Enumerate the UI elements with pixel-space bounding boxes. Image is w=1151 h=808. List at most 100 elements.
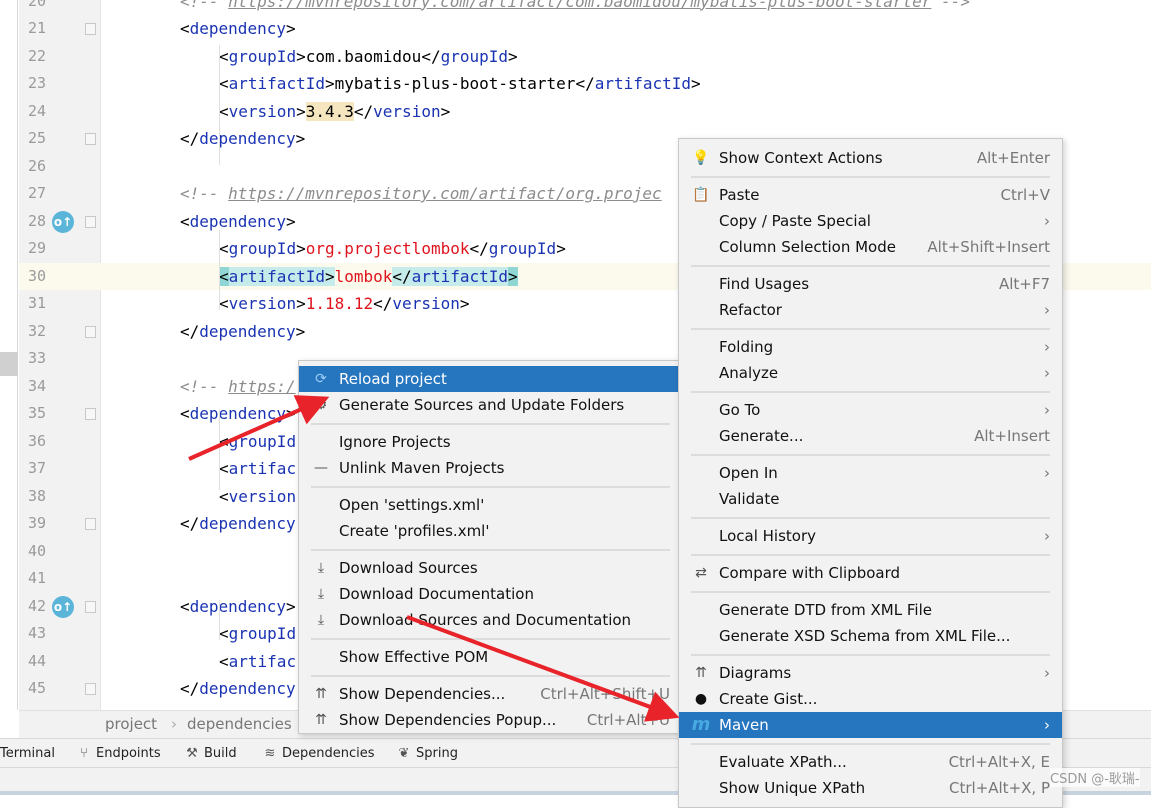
menu-item-find-usages[interactable]: Find Usages Alt+F7 <box>679 271 1062 297</box>
menu-item-generate[interactable]: Generate... Alt+Insert <box>679 423 1062 449</box>
code-line: <!-- https://mvnrepository.com/artifact/… <box>101 0 1151 15</box>
menu-item-open-settings-xml[interactable]: Open 'settings.xml' <box>299 492 682 518</box>
menu-item-create-profiles-xml[interactable]: Create 'profiles.xml' <box>299 518 682 544</box>
menu-item-shortcut: Alt+Enter <box>976 149 1050 167</box>
tool-window-terminal[interactable]: Terminal <box>0 739 55 769</box>
code-token: < <box>219 486 229 506</box>
override-icon[interactable]: o↑ <box>52 210 74 233</box>
fold-marker-icon[interactable] <box>85 23 96 35</box>
menu-item-folding[interactable]: Folding › <box>679 334 1062 360</box>
code-token: </ <box>392 266 412 286</box>
code-token: < <box>219 239 229 258</box>
tool-window-label: Spring <box>416 746 458 761</box>
code-token: </ <box>180 321 200 341</box>
code-token: version <box>373 101 441 121</box>
menu-item-go-to[interactable]: Go To › <box>679 397 1062 423</box>
menu-item-show-effective-pom[interactable]: Show Effective POM <box>299 644 682 670</box>
menu-item-evaluate-xpath[interactable]: Evaluate XPath... Ctrl+Alt+X, E <box>679 749 1062 775</box>
menu-item-copy-paste-special[interactable]: Copy / Paste Special › <box>679 208 1062 234</box>
menu-item-validate[interactable]: Validate <box>679 486 1062 512</box>
download-icon: ⤓ <box>317 560 325 576</box>
breadcrumb-item-dependencies[interactable]: dependencies <box>187 711 292 738</box>
code-token: </ <box>180 129 200 148</box>
menu-item-show-unique-xpath[interactable]: Show Unique XPath Ctrl+Alt+X, P <box>679 775 1062 801</box>
code-token: dependency <box>199 679 296 698</box>
fold-marker-icon[interactable] <box>85 683 96 695</box>
override-icon[interactable]: o↑ <box>52 595 74 618</box>
code-token: <!-- <box>180 0 229 11</box>
code-token: < <box>180 596 190 616</box>
menu-item-diagrams[interactable]: ⇈ Diagrams › <box>679 660 1062 686</box>
menu-separator <box>299 670 682 681</box>
menu-item-show-context-actions[interactable]: 💡 Show Context Actions Alt+Enter <box>679 145 1062 171</box>
tool-window-build[interactable]: ⚒ Build <box>184 739 237 769</box>
menu-item-download-sources-and-documentation[interactable]: ⤓ Download Sources and Documentation <box>299 607 682 633</box>
code-token: > <box>285 19 296 38</box>
menu-item-generate-xsd-schema-from-xml-file[interactable]: Generate XSD Schema from XML File... <box>679 623 1062 649</box>
fold-marker-icon[interactable] <box>85 600 96 613</box>
tool-window-endpoints[interactable]: ⑂ Endpoints <box>76 739 161 769</box>
code-token: > <box>296 239 306 258</box>
code-token: version <box>228 486 297 506</box>
menu-item-label: Generate Sources and Update Folders <box>339 396 625 414</box>
code-token[interactable]: https://mvnrepository.com/artifact/org.p… <box>228 184 661 203</box>
indent-guide <box>219 230 220 310</box>
menu-item-create-gist[interactable]: ● Create Gist... <box>679 686 1062 712</box>
menu-item-column-selection-mode[interactable]: Column Selection Mode Alt+Shift+Insert <box>679 234 1062 260</box>
menu-item-label: Paste <box>719 186 760 204</box>
menu-item-refactor[interactable]: Refactor › <box>679 297 1062 323</box>
menu-item-open-in[interactable]: Open In › <box>679 460 1062 486</box>
menu-item-show-dependencies[interactable]: ⇈ Show Dependencies... Ctrl+Alt+Shift+U <box>299 681 682 707</box>
menu-item-download-documentation[interactable]: ⤓ Download Documentation <box>299 581 682 607</box>
menu-item-shortcut: Ctrl+Alt+X, P <box>949 779 1050 797</box>
menu-item-generate-dtd-from-xml-file[interactable]: Generate DTD from XML File <box>679 597 1062 623</box>
menu-item-label: Show Unique XPath <box>719 779 866 797</box>
tool-window-spring[interactable]: ❦ Spring <box>396 739 458 769</box>
line-number: 26 <box>28 156 47 175</box>
menu-item-label: Diagrams <box>719 664 792 682</box>
indent-guide <box>219 45 220 165</box>
editor-context-menu: 💡 Show Context Actions Alt+Enter 📋 Paste Ctrl… <box>678 138 1063 808</box>
menu-item-analyze[interactable]: Analyze › <box>679 360 1062 386</box>
menu-item-show-dependencies-popup[interactable]: ⇈ Show Dependencies Popup... Ctrl+Alt+U <box>299 707 682 733</box>
menu-item-label: Download Sources and Documentation <box>339 611 632 629</box>
fold-marker-icon[interactable] <box>85 325 96 338</box>
fold-marker-icon[interactable] <box>85 133 96 145</box>
tool-window-dependencies[interactable]: ≋ Dependencies <box>262 739 375 769</box>
code-token: artifactId <box>228 74 325 93</box>
menu-item-reload-project[interactable]: ⟳ Reload project <box>299 366 682 392</box>
code-token: dependency <box>199 321 296 341</box>
fold-marker-icon[interactable] <box>85 215 96 228</box>
fold-marker-icon[interactable] <box>85 408 96 420</box>
code-token[interactable]: https:/ <box>228 377 295 396</box>
code-token: dependency <box>199 129 296 148</box>
menu-item-download-sources[interactable]: ⤓ Download Sources <box>299 555 682 581</box>
tool-window-label: Build <box>204 746 237 761</box>
menu-item-local-history[interactable]: Local History › <box>679 523 1062 549</box>
menu-item-unlink-maven-projects[interactable]: — Unlink Maven Projects <box>299 455 682 481</box>
reload-icon: ⟳ <box>315 371 327 387</box>
menu-item-paste[interactable]: 📋 Paste Ctrl+V <box>679 182 1062 208</box>
menu-item-maven[interactable]: m Maven › <box>679 712 1062 738</box>
chevron-right-icon: › <box>1044 527 1050 545</box>
menu-item-compare-with-clipboard[interactable]: ⇄ Compare with Clipboard <box>679 560 1062 586</box>
menu-item-label: Ignore Projects <box>339 433 451 451</box>
code-token: > <box>295 129 306 148</box>
menu-item-ignore-projects[interactable]: Ignore Projects <box>299 429 682 455</box>
line-number: 22 <box>28 46 47 65</box>
line-number: 44 <box>28 651 47 670</box>
breadcrumb-item-project[interactable]: project <box>105 711 157 738</box>
code-token: com.baomidou <box>305 46 422 66</box>
menu-item-generate-sources-and-update-folders[interactable]: ⚙ Generate Sources and Update Folders <box>299 392 682 418</box>
menu-item-label: Open 'settings.xml' <box>339 496 485 514</box>
menu-separator <box>679 512 1062 523</box>
indent-guide <box>219 410 220 490</box>
fold-marker-icon[interactable] <box>85 518 96 530</box>
bulb-icon: 💡 <box>692 150 710 166</box>
code-token[interactable]: https://mvnrepository.com/artifact/com.b… <box>228 0 931 11</box>
scroll-marker <box>0 352 18 376</box>
code-token: < <box>219 46 229 66</box>
code-token: > <box>295 321 306 341</box>
line-number: 24 <box>28 101 47 120</box>
code-token: groupId <box>440 46 509 66</box>
